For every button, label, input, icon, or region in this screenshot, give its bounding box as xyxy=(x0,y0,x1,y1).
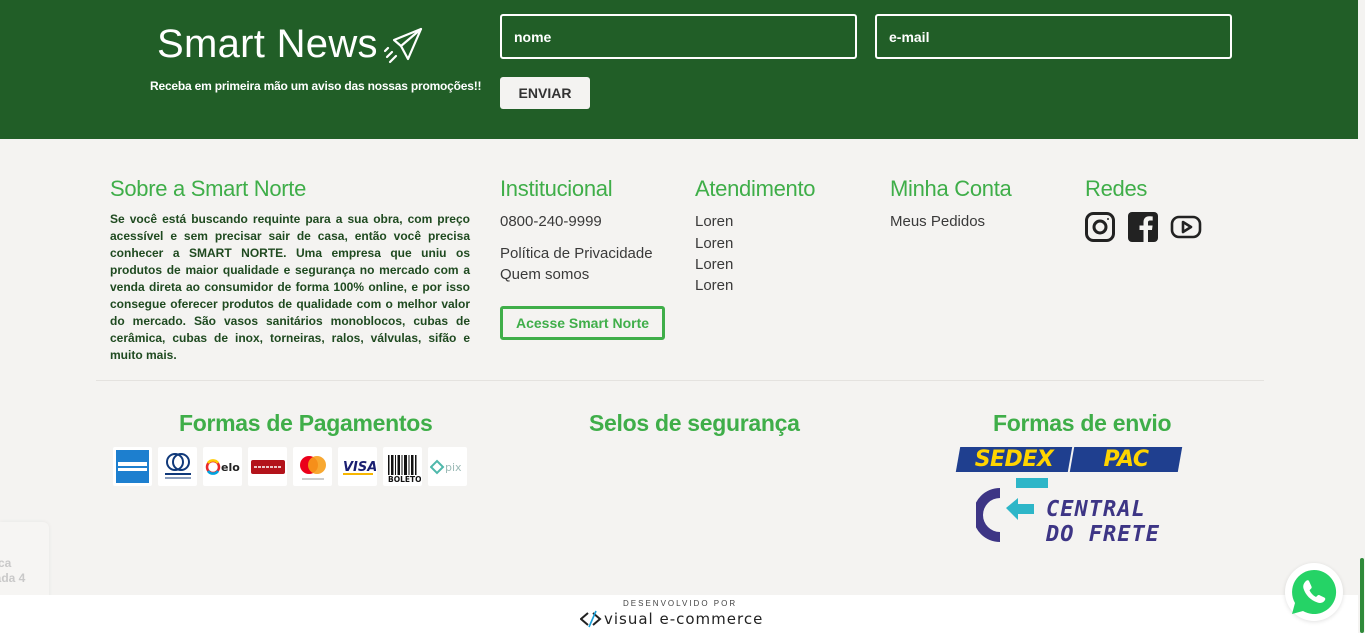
send-button[interactable]: ENVIAR xyxy=(500,77,590,109)
institucional-title: Institucional xyxy=(500,176,613,201)
mastercard-card-icon xyxy=(293,447,332,486)
instagram-icon[interactable] xyxy=(1084,211,1116,243)
visual-ecommerce-logo[interactable]: visual e-commerce xyxy=(580,609,780,629)
payment-methods-title: Formas de Pagamentos xyxy=(179,410,433,436)
elo-card-icon: elo xyxy=(203,447,242,486)
visa-text: VISA xyxy=(343,460,376,475)
pix-text: pix xyxy=(445,461,462,474)
footer-divider xyxy=(96,380,1264,381)
atendimento-link[interactable]: Loren xyxy=(695,277,733,294)
name-input[interactable] xyxy=(500,14,857,59)
developed-by-label: DESENVOLVIDO POR xyxy=(623,599,738,608)
redes-title: Redes xyxy=(1085,176,1148,201)
newsletter-subtitle: Receba em primeira mão um aviso das noss… xyxy=(150,79,482,93)
sedex-logo: SEDEX xyxy=(955,447,1073,472)
atendimento-link[interactable]: Loren xyxy=(695,256,733,273)
amex-card-icon xyxy=(113,447,152,486)
scrollbar-thumb[interactable] xyxy=(1360,558,1364,633)
security-seals-title: Selos de segurança xyxy=(589,410,800,436)
visa-card-icon: VISA xyxy=(338,447,377,486)
newsletter-title: Smart News xyxy=(157,22,378,66)
about-title: Sobre a Smart Norte xyxy=(110,176,307,201)
diners-card-icon xyxy=(158,447,197,486)
boleto-icon: BOLETO xyxy=(383,447,422,486)
privacy-policy-link[interactable]: Política de Privacidade xyxy=(500,245,653,262)
sedex-text: SEDEX xyxy=(974,447,1054,472)
phone-link[interactable]: 0800-240-9999 xyxy=(500,213,602,230)
about-us-link[interactable]: Quem somos xyxy=(500,266,589,283)
atendimento-title: Atendimento xyxy=(695,176,816,201)
elo-text: elo xyxy=(221,461,240,474)
frete-line-2: DO FRETE xyxy=(1046,522,1160,547)
pix-icon: pix xyxy=(428,447,467,486)
side-widget-line-1: ca xyxy=(0,556,12,570)
whatsapp-icon xyxy=(1292,569,1337,614)
about-text: Se você está buscando requinte para a su… xyxy=(110,212,470,362)
shipping-methods-title: Formas de envio xyxy=(993,410,1172,436)
atendimento-link[interactable]: Loren xyxy=(695,235,733,252)
minha-conta-title: Minha Conta xyxy=(890,176,1012,201)
frete-line-1: CENTRAL xyxy=(1046,497,1146,522)
boleto-text: BOLETO xyxy=(388,475,421,483)
pac-text: PAC xyxy=(1103,447,1149,472)
scrollbar-track[interactable] xyxy=(1358,0,1365,633)
facebook-icon[interactable] xyxy=(1127,211,1159,243)
side-widget-line-2: rada 4 xyxy=(0,571,26,585)
atendimento-link[interactable]: Loren xyxy=(695,213,733,230)
my-orders-link[interactable]: Meus Pedidos xyxy=(890,213,985,230)
email-input[interactable] xyxy=(875,14,1232,59)
pac-logo: PAC xyxy=(1069,447,1183,472)
central-do-frete-text: CENTRAL DO FRETE xyxy=(1046,497,1160,547)
paper-plane-icon xyxy=(384,27,423,64)
acesse-smart-norte-button[interactable]: Acesse Smart Norte xyxy=(500,306,665,340)
central-do-frete-logo-icon xyxy=(976,478,1048,542)
hipercard-card-icon xyxy=(248,447,287,486)
newsletter-section: Smart News Receba em primeira mão um avi… xyxy=(0,0,1358,139)
visual-ecommerce-text: visual e-commerce xyxy=(604,610,763,628)
youtube-icon[interactable] xyxy=(1170,211,1202,243)
whatsapp-button[interactable] xyxy=(1285,563,1343,621)
